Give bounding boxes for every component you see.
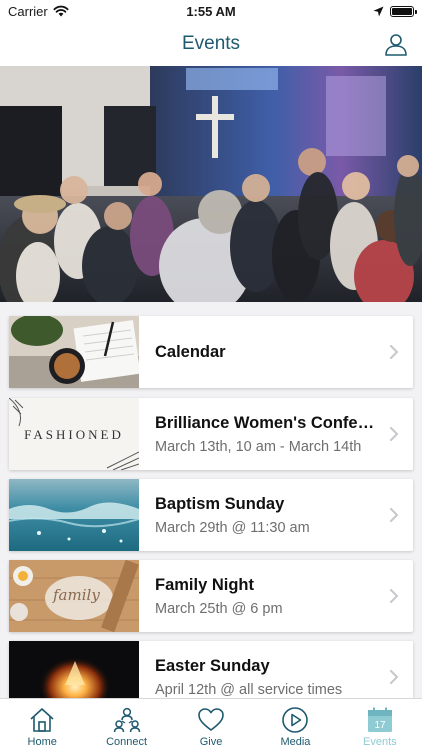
event-thumbnail [9,641,139,698]
battery-icon [390,5,417,17]
event-date: April 12th @ all service times [155,681,343,698]
location-arrow-icon [373,6,384,16]
event-card-baptism[interactable]: Baptism Sunday March 29th @ 11:30 am [9,479,413,551]
calendar-day: 17 [374,720,386,731]
thumbnail-wordmark: FASHIONED [24,427,124,442]
tab-events[interactable]: 17 Events [338,699,422,750]
event-thumbnail [9,479,139,551]
home-icon [30,708,54,732]
event-title: Brilliance Women's Conference [155,413,375,432]
carrier-group: Carrier [8,4,69,19]
event-card-calendar[interactable]: Calendar [9,316,413,388]
event-title: Baptism Sunday [155,494,285,513]
event-card-easter[interactable]: Easter Sunday April 12th @ all service t… [9,641,413,698]
connect-icon [113,707,140,733]
calendar-icon: 17 [367,707,392,732]
tab-connect[interactable]: Connect [84,699,168,750]
chevron-right-icon [390,508,398,522]
event-thumbnail: FASHIONED [9,398,139,470]
chevron-right-icon [390,670,398,684]
tab-label: Connect [106,736,148,748]
event-title: Family Night [155,575,255,594]
tab-label: Events [363,736,397,748]
event-date: March 13th, 10 am - March 14th [155,438,362,455]
navigation-bar: Events [0,22,422,66]
event-title: Easter Sunday [155,656,270,675]
status-indicators [373,5,417,17]
event-thumbnail: family [9,560,139,632]
wifi-icon [53,5,69,17]
tab-label: Home [27,736,57,748]
thumbnail-script: family [53,586,100,604]
page-title: Events [181,33,241,54]
play-icon [282,707,309,733]
event-thumbnail [9,316,139,388]
tab-label: Give [199,736,223,748]
tab-give[interactable]: Give [169,699,253,750]
carrier-label: Carrier [8,3,48,19]
chevron-right-icon [390,589,398,603]
event-card-brilliance[interactable]: FASHIONED Brilliance Women's Conference … [9,398,413,470]
tab-bar: Home Connect Give Media 17 Events [0,698,422,750]
chevron-right-icon [390,345,398,359]
event-card-family-night[interactable]: family Family Night March 25th @ 6 pm [9,560,413,632]
heart-icon [198,708,224,731]
tab-label: Media [280,736,311,748]
chevron-right-icon [390,427,398,441]
event-title: Calendar [155,342,226,361]
event-date: March 25th @ 6 pm [155,600,283,617]
event-date: March 29th @ 11:30 am [155,519,310,536]
worship-photo [0,66,422,302]
tab-home[interactable]: Home [0,699,84,750]
tab-media[interactable]: Media [253,699,337,750]
event-list[interactable]: Calendar FASHIONED Brilliance Women's Co… [0,302,422,698]
status-bar: Carrier 1:55 AM [0,0,422,22]
hero-image [0,66,422,302]
profile-icon[interactable] [384,32,408,56]
